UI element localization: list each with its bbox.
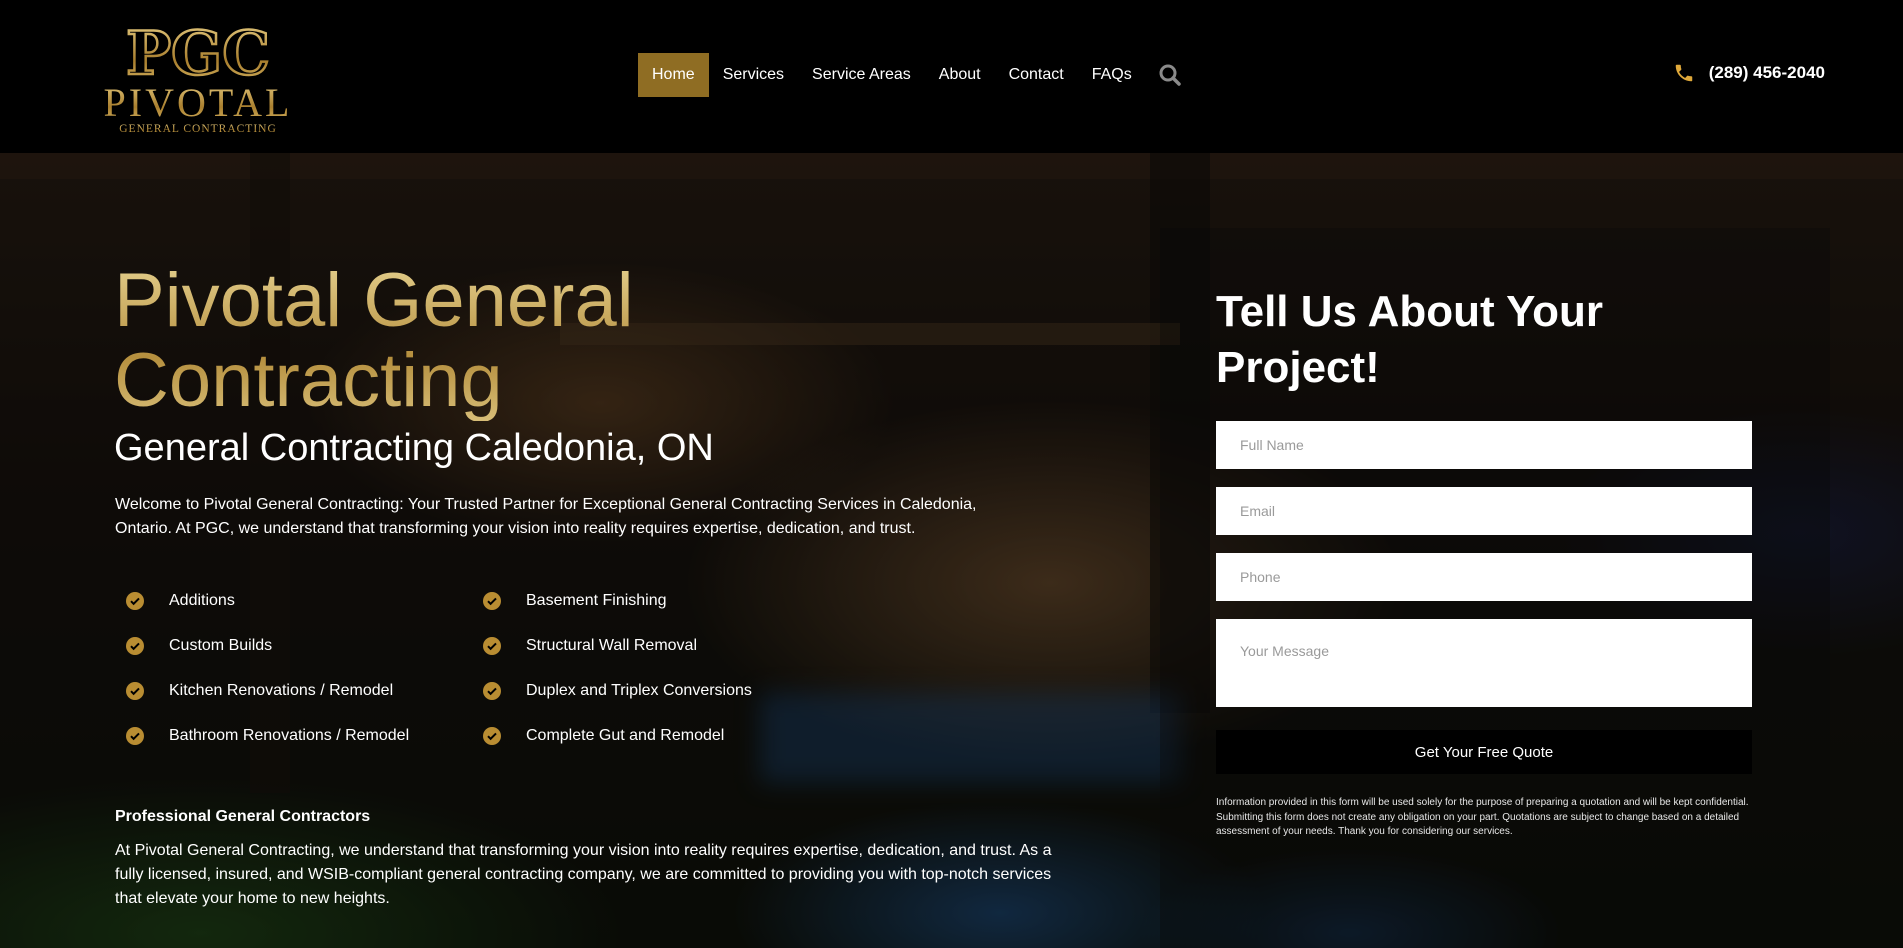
check-circle-icon bbox=[483, 592, 501, 610]
feature-label: Complete Gut and Remodel bbox=[526, 727, 725, 744]
header-phone[interactable]: (289) 456-2040 bbox=[1673, 62, 1825, 84]
check-circle-icon bbox=[126, 682, 144, 700]
feature-item: Structural Wall Removal bbox=[471, 636, 752, 656]
feature-label: Kitchen Renovations / Remodel bbox=[169, 682, 394, 699]
feature-label: Custom Builds bbox=[169, 637, 273, 654]
logo-monogram: PGC bbox=[126, 19, 270, 89]
quote-form-panel: Tell Us About Your Project! Get Your Fre… bbox=[1160, 228, 1830, 948]
feature-label: Basement Finishing bbox=[526, 592, 667, 609]
hero-section: Pivotal General Contracting General Cont… bbox=[0, 153, 1903, 948]
feature-item: Kitchen Renovations / Remodel bbox=[114, 681, 409, 701]
check-circle-icon bbox=[126, 727, 144, 745]
feature-label: Bathroom Renovations / Remodel bbox=[169, 727, 410, 744]
full-name-field[interactable] bbox=[1216, 421, 1752, 469]
search-icon[interactable] bbox=[1158, 63, 1182, 87]
feature-list-left: Additions Custom Builds Kitchen Renovati… bbox=[114, 591, 409, 771]
hero-title: Pivotal General Contracting bbox=[114, 261, 894, 421]
section-heading: Professional General Contractors bbox=[115, 808, 371, 825]
hero-subtitle: General Contracting Caledonia, ON bbox=[114, 427, 714, 469]
form-disclaimer: Information provided in this form will b… bbox=[1216, 797, 1749, 837]
check-circle-icon bbox=[483, 637, 501, 655]
check-circle-icon bbox=[126, 637, 144, 655]
phone-number: (289) 456-2040 bbox=[1708, 63, 1825, 82]
pgc-logo[interactable]: PGC PIVOTAL GENERAL CONTRACTING bbox=[90, 16, 306, 136]
feature-list-right: Basement Finishing Structural Wall Remov… bbox=[471, 591, 752, 771]
logo-name: PIVOTAL bbox=[104, 80, 293, 125]
site-header: PGC PIVOTAL GENERAL CONTRACTING Home Ser… bbox=[0, 0, 1903, 153]
feature-item: Duplex and Triplex Conversions bbox=[471, 681, 752, 701]
form-title: Tell Us About Your Project! bbox=[1216, 287, 1604, 392]
logo-tagline: GENERAL CONTRACTING bbox=[119, 123, 277, 135]
phone-field[interactable] bbox=[1216, 553, 1752, 601]
nav-home[interactable]: Home bbox=[638, 53, 709, 97]
feature-label: Additions bbox=[169, 592, 235, 609]
nav-services[interactable]: Services bbox=[709, 53, 798, 97]
feature-item: Bathroom Renovations / Remodel bbox=[114, 726, 409, 746]
hero-intro: Welcome to Pivotal General Contracting: … bbox=[115, 496, 977, 537]
feature-label: Structural Wall Removal bbox=[526, 637, 698, 654]
nav-faqs[interactable]: FAQs bbox=[1078, 53, 1146, 97]
check-circle-icon bbox=[483, 682, 501, 700]
logo-graphic: PGC PIVOTAL GENERAL CONTRACTING bbox=[92, 18, 304, 135]
nav-contact[interactable]: Contact bbox=[995, 53, 1078, 97]
check-circle-icon bbox=[126, 592, 144, 610]
feature-label: Duplex and Triplex Conversions bbox=[526, 682, 752, 699]
main-nav: Home Services Service Areas About Contac… bbox=[638, 53, 1182, 97]
feature-item: Basement Finishing bbox=[471, 591, 752, 611]
phone-icon bbox=[1675, 64, 1692, 82]
nav-about[interactable]: About bbox=[925, 53, 995, 97]
section-body: At Pivotal General Contracting, we under… bbox=[115, 842, 1052, 907]
check-circle-icon bbox=[483, 727, 501, 745]
get-quote-button[interactable]: Get Your Free Quote bbox=[1216, 730, 1752, 774]
email-field[interactable] bbox=[1216, 487, 1752, 535]
feature-item: Custom Builds bbox=[114, 636, 409, 656]
feature-item: Complete Gut and Remodel bbox=[471, 726, 752, 746]
message-field[interactable] bbox=[1216, 619, 1752, 707]
nav-service-areas[interactable]: Service Areas bbox=[798, 53, 925, 97]
feature-item: Additions bbox=[114, 591, 409, 611]
